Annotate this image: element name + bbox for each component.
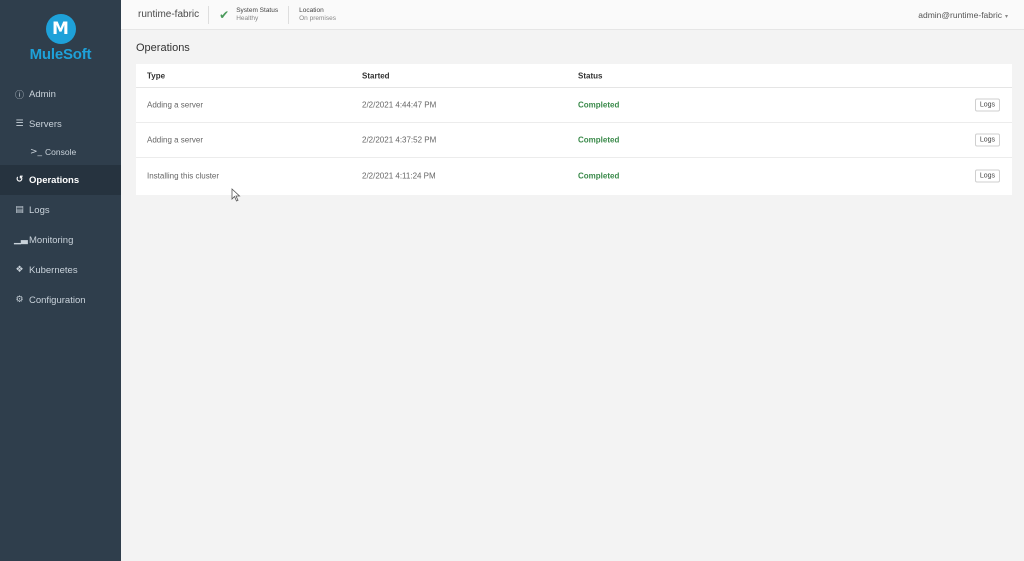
row-type: Adding a server <box>147 135 204 145</box>
sidebar-item-configuration[interactable]: ⚙ Configuration <box>0 285 121 315</box>
table-row: Adding a server 2/2/2021 4:44:47 PM Comp… <box>136 88 1012 123</box>
sidebar-item-label: Kubernetes <box>29 264 78 276</box>
user-menu[interactable]: admin@runtime-fabric ▾ <box>918 10 1008 20</box>
table-header: Type Started Status <box>136 64 1012 88</box>
sidebar-item-logs[interactable]: ▤ Logs <box>0 195 121 225</box>
chevron-down-icon: ▾ <box>1004 14 1008 20</box>
chart-icon: ▁▃ <box>14 235 28 245</box>
mouse-cursor-icon <box>231 188 241 202</box>
cogs-icon: ⚙ <box>15 295 24 305</box>
column-header-type: Type <box>147 71 166 80</box>
row-type: Adding a server <box>147 100 204 110</box>
column-header-started: Started <box>362 71 390 80</box>
sidebar-nav: ⓘ Admin ☰ Servers >_ Console ↺ Operation… <box>0 79 121 315</box>
table-row: Installing this cluster 2/2/2021 4:11:24… <box>136 158 1012 193</box>
system-status-value: Healthy <box>236 15 259 22</box>
sidebar-item-console[interactable]: >_ Console <box>0 139 121 165</box>
location-value: On premises <box>299 15 336 22</box>
mulesoft-logo[interactable]: M MuleSoft <box>0 14 121 63</box>
sidebar-item-admin[interactable]: ⓘ Admin <box>0 79 121 109</box>
sidebar-item-kubernetes[interactable]: ❖ Kubernetes <box>0 255 121 285</box>
logo-text: MuleSoft <box>29 46 92 63</box>
user-name: admin@runtime-fabric <box>918 10 1002 20</box>
checkmark-icon: ✔ <box>219 7 230 22</box>
page-title: Operations <box>136 42 190 54</box>
system-status-label: System Status <box>236 7 279 14</box>
row-started: 2/2/2021 4:37:52 PM <box>362 135 437 145</box>
table-row: Adding a server 2/2/2021 4:37:52 PM Comp… <box>136 123 1012 158</box>
info-icon: ⓘ <box>14 90 24 101</box>
sidebar-item-servers[interactable]: ☰ Servers <box>0 109 121 139</box>
sidebar-item-label: Admin <box>29 88 56 100</box>
row-status: Completed <box>578 135 620 145</box>
row-started: 2/2/2021 4:44:47 PM <box>362 100 437 110</box>
mulesoft-logo-icon: M <box>45 14 76 44</box>
row-status: Completed <box>578 171 620 180</box>
top-bar: runtime-fabric ✔ System Status Healthy L… <box>121 0 1024 30</box>
location: Location On premises <box>289 7 346 22</box>
sidebar-item-label: Logs <box>29 204 50 216</box>
row-type: Installing this cluster <box>147 171 220 180</box>
sidebar-item-label: Operations <box>29 174 80 186</box>
logs-button[interactable]: Logs <box>974 169 1000 182</box>
terminal-icon: >_ <box>30 147 43 157</box>
row-started: 2/2/2021 4:11:24 PM <box>362 171 436 180</box>
history-icon: ↺ <box>15 175 24 185</box>
location-label: Location <box>299 7 324 14</box>
sidebar-item-operations[interactable]: ↺ Operations <box>0 165 121 195</box>
sidebar-item-label: Console <box>45 147 77 157</box>
book-icon: ▤ <box>15 205 24 215</box>
column-header-status: Status <box>578 71 603 80</box>
cubes-icon: ❖ <box>15 265 24 275</box>
servers-icon: ☰ <box>15 119 24 129</box>
row-status: Completed <box>578 100 620 110</box>
sidebar-item-label: Configuration <box>29 294 86 306</box>
sidebar-item-label: Servers <box>29 118 62 130</box>
logs-button[interactable]: Logs <box>974 98 1000 112</box>
sidebar: M MuleSoft ⓘ Admin ☰ Servers >_ Console … <box>0 0 121 561</box>
cluster-name[interactable]: runtime-fabric <box>121 5 210 24</box>
operations-table: Type Started Status Adding a server 2/2/… <box>136 64 1012 195</box>
sidebar-item-label: Monitoring <box>29 234 74 246</box>
sidebar-item-monitoring[interactable]: ▁▃ Monitoring <box>0 225 121 255</box>
logs-button[interactable]: Logs <box>974 133 1000 147</box>
system-status[interactable]: ✔ System Status Healthy <box>209 5 290 24</box>
